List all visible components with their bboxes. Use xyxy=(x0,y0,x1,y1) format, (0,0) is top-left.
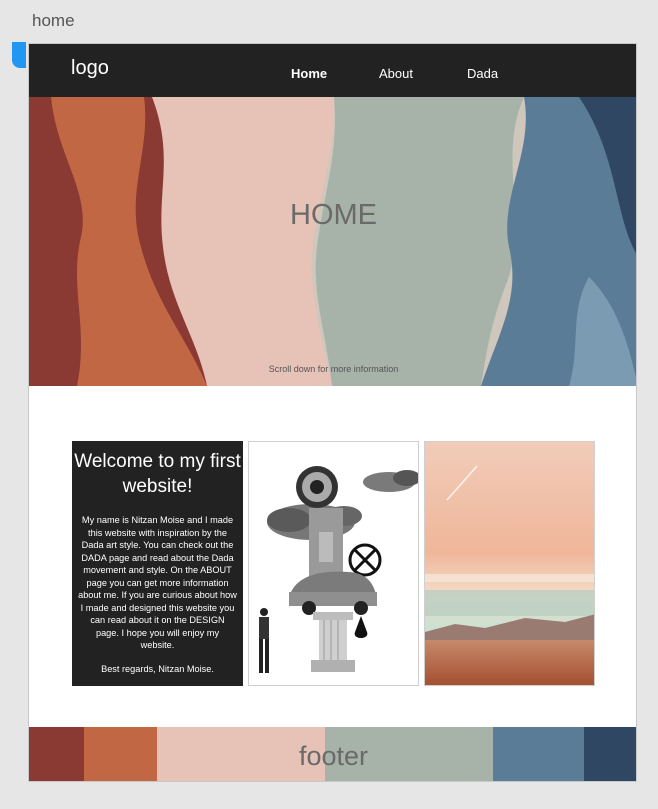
artboard-handle[interactable] xyxy=(12,42,26,68)
nav-link-dada[interactable]: Dada xyxy=(467,66,498,81)
footer: footer xyxy=(29,727,636,781)
desert-sunset-image xyxy=(425,442,594,685)
nav-link-about[interactable]: About xyxy=(379,66,413,81)
navbar: logo Home About Dada xyxy=(29,44,636,97)
dada-collage-image xyxy=(259,466,418,673)
desert-image-card xyxy=(424,441,595,686)
welcome-title: Welcome to my first website! xyxy=(74,451,241,497)
welcome-card: Welcome to my first website! My name is … xyxy=(72,441,243,686)
hero-title: HOME xyxy=(290,199,377,231)
logo[interactable]: logo xyxy=(71,57,109,80)
nav-link-home[interactable]: Home xyxy=(291,66,327,81)
hero-background-image xyxy=(29,97,636,386)
hero-banner: HOME Scroll down for more information xyxy=(29,97,636,386)
collage-image-card xyxy=(248,441,419,686)
welcome-signature: Best regards, Nitzan Moise. xyxy=(101,663,214,674)
artboard-label: home xyxy=(32,11,75,30)
artboard: logo Home About Dada HOME Scroll down fo… xyxy=(28,43,637,782)
hero-subtitle: Scroll down for more information xyxy=(268,364,399,374)
welcome-text: My name is Nitzan Moise and I made this … xyxy=(78,515,237,650)
footer-text: footer xyxy=(298,741,369,771)
